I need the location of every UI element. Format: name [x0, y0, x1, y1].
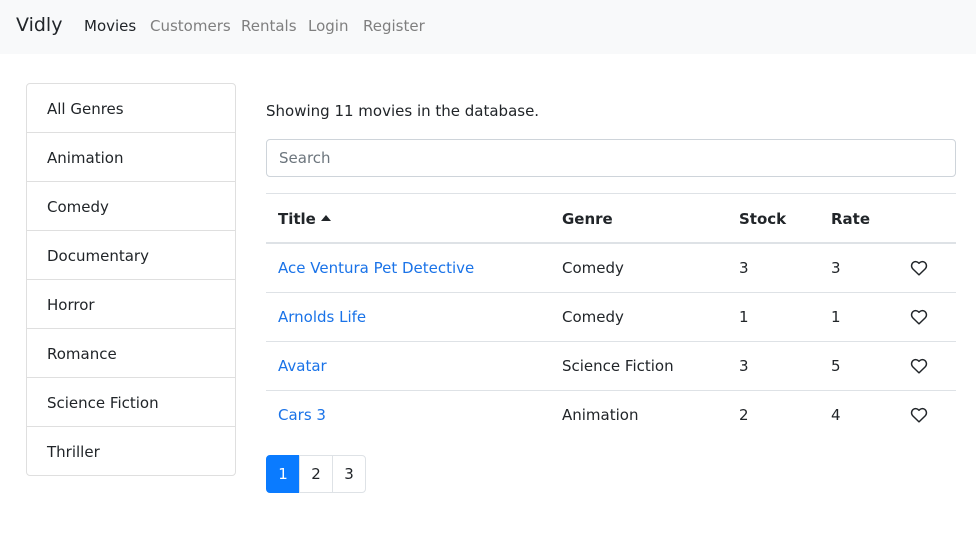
header-stock[interactable]: Stock [739, 210, 786, 228]
movie-title-link[interactable]: Arnolds Life [278, 308, 366, 326]
heart-outline-icon[interactable] [910, 260, 928, 276]
movie-title-link[interactable]: Ace Ventura Pet Detective [278, 259, 474, 277]
navbar: Vidly Movies Customers Rentals Login Reg… [0, 0, 976, 54]
genre-item-horror[interactable]: Horror [27, 280, 235, 329]
movie-rate: 3 [831, 259, 841, 277]
genre-item-all-genres[interactable]: All Genres [27, 84, 235, 133]
table-row: Avatar Science Fiction 3 5 [266, 342, 956, 391]
movie-stock: 1 [739, 308, 749, 326]
movie-stock: 2 [739, 406, 749, 424]
movie-title-link[interactable]: Avatar [278, 357, 327, 375]
genre-list: All Genres Animation Comedy Documentary … [26, 83, 236, 476]
movies-count-summary: Showing 11 movies in the database. [266, 102, 540, 120]
heart-outline-icon[interactable] [910, 309, 928, 325]
nav-link-customers[interactable]: Customers [150, 17, 231, 35]
genre-item-romance[interactable]: Romance [27, 329, 235, 378]
nav-link-register[interactable]: Register [363, 17, 425, 35]
header-genre[interactable]: Genre [562, 210, 613, 228]
brand-logo[interactable]: Vidly [16, 14, 62, 36]
page-link-3[interactable]: 3 [332, 455, 366, 493]
search-input[interactable] [266, 139, 956, 177]
movie-stock: 3 [739, 357, 749, 375]
page-link-1[interactable]: 1 [266, 455, 300, 493]
nav-link-movies[interactable]: Movies [84, 17, 136, 35]
movie-genre: Animation [562, 406, 639, 424]
movie-stock: 3 [739, 259, 749, 277]
table-row: Ace Ventura Pet Detective Comedy 3 3 [266, 244, 956, 293]
genre-item-thriller[interactable]: Thriller [27, 427, 235, 475]
movie-title-link[interactable]: Cars 3 [278, 406, 326, 424]
movie-rate: 4 [831, 406, 841, 424]
genre-item-comedy[interactable]: Comedy [27, 182, 235, 231]
heart-outline-icon[interactable] [910, 358, 928, 374]
header-title-label: Title [278, 210, 316, 228]
heart-outline-icon[interactable] [910, 407, 928, 423]
movie-genre: Comedy [562, 259, 624, 277]
movie-genre: Comedy [562, 308, 624, 326]
genre-item-documentary[interactable]: Documentary [27, 231, 235, 280]
header-rate[interactable]: Rate [831, 210, 870, 228]
table-row: Cars 3 Animation 2 4 [266, 391, 956, 440]
header-title[interactable]: Title [278, 210, 331, 228]
genre-item-animation[interactable]: Animation [27, 133, 235, 182]
page-link-2[interactable]: 2 [299, 455, 333, 493]
table-row: Arnolds Life Comedy 1 1 [266, 293, 956, 342]
movies-table: Title Genre Stock Rate Ace Ventura Pet D… [266, 193, 956, 440]
nav-link-login[interactable]: Login [308, 17, 348, 35]
pagination: 1 2 3 [266, 455, 366, 493]
movie-genre: Science Fiction [562, 357, 674, 375]
sort-asc-icon [320, 215, 331, 221]
nav-link-rentals[interactable]: Rentals [241, 17, 297, 35]
movie-rate: 5 [831, 357, 841, 375]
movie-rate: 1 [831, 308, 841, 326]
genre-item-science-fiction[interactable]: Science Fiction [27, 378, 235, 427]
table-header: Title Genre Stock Rate [266, 194, 956, 244]
